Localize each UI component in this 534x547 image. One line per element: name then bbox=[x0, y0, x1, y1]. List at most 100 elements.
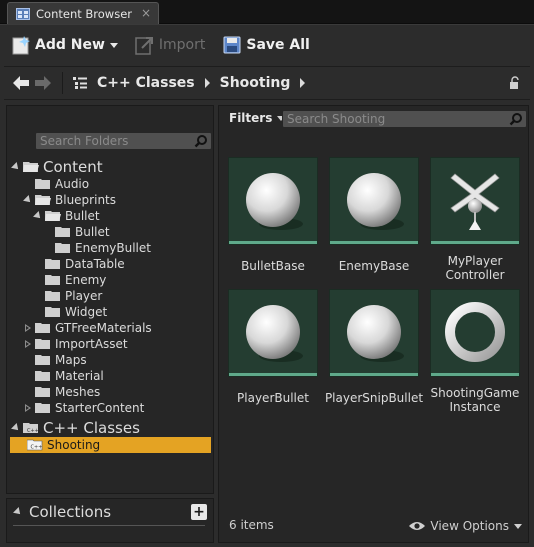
asset-tile-playerbullet[interactable]: PlayerBullet bbox=[228, 289, 318, 405]
folder-icon bbox=[35, 387, 50, 397]
tree-item-player[interactable]: Player bbox=[33, 288, 102, 304]
collections-header[interactable]: Collections bbox=[13, 503, 111, 521]
asset-label: BulletBase bbox=[241, 259, 305, 273]
tree-item-label: Player bbox=[65, 289, 103, 303]
forward-arrow-icon[interactable] bbox=[32, 72, 54, 94]
svg-text:C++: C++ bbox=[27, 428, 39, 434]
tree-item-label: Meshes bbox=[55, 385, 101, 399]
chevron-down-icon bbox=[514, 523, 522, 529]
asset-search-box[interactable] bbox=[282, 110, 527, 128]
asset-tile-shootinggameinstance[interactable]: ShootingGame Instance bbox=[430, 289, 520, 414]
breadcrumb-shooting[interactable]: Shooting bbox=[220, 75, 291, 91]
back-arrow-icon[interactable] bbox=[10, 72, 32, 94]
asset-tile-playersnipbullet[interactable]: PlayerSnipBullet bbox=[325, 289, 423, 405]
ring-thumbnail-icon bbox=[430, 289, 520, 377]
tree-item-label: StarterContent bbox=[55, 401, 145, 415]
tree-item-bullet-folder[interactable]: Bullet bbox=[33, 208, 100, 224]
add-new-button[interactable]: Add New bbox=[4, 30, 124, 60]
expanded-arrow-icon[interactable] bbox=[11, 162, 21, 172]
folder-icon bbox=[55, 243, 70, 253]
divider bbox=[62, 72, 63, 94]
tree-item-widget[interactable]: Widget bbox=[33, 304, 107, 320]
save-all-button[interactable]: Save All bbox=[215, 30, 315, 60]
tree-item-content[interactable]: Content bbox=[11, 157, 103, 177]
breadcrumb-cpp-classes[interactable]: C++ Classes bbox=[97, 75, 195, 91]
asset-tile-bulletbase[interactable]: BulletBase bbox=[228, 157, 318, 273]
tree-item-audio[interactable]: Audio bbox=[23, 176, 89, 192]
folder-icon bbox=[45, 259, 60, 269]
toolbar: Add New Import Save All bbox=[4, 28, 530, 62]
sphere-thumbnail-icon bbox=[228, 157, 318, 245]
expanded-arrow-icon[interactable] bbox=[33, 211, 43, 221]
close-icon[interactable]: × bbox=[141, 6, 151, 20]
tab-content-browser[interactable]: Content Browser × bbox=[7, 2, 159, 24]
lock-icon[interactable] bbox=[508, 76, 522, 90]
tree-item-label: Bullet bbox=[65, 209, 100, 223]
collapsed-arrow-icon[interactable] bbox=[23, 339, 33, 349]
tree-item-maps[interactable]: Maps bbox=[23, 352, 87, 368]
sphere-thumbnail-icon bbox=[329, 289, 419, 377]
tree-item-label: Bullet bbox=[75, 225, 110, 239]
sphere-thumbnail-icon bbox=[329, 157, 419, 245]
folder-icon bbox=[45, 275, 60, 285]
expanded-arrow-icon[interactable] bbox=[13, 507, 23, 517]
tree-item-label: Audio bbox=[55, 177, 90, 191]
import-button[interactable]: Import bbox=[128, 30, 211, 60]
cpp-folder-icon: C++ bbox=[23, 423, 39, 434]
tree-item-material[interactable]: Material bbox=[23, 368, 104, 384]
save-all-label: Save All bbox=[246, 37, 310, 53]
content-browser-icon bbox=[16, 7, 30, 20]
asset-label: MyPlayer Controller bbox=[445, 254, 505, 282]
collections-panel: Collections + bbox=[6, 498, 214, 543]
tree-toggle-icon[interactable] bbox=[69, 72, 91, 94]
filters-button[interactable]: Filters bbox=[229, 111, 286, 125]
collapsed-arrow-icon[interactable] bbox=[23, 323, 33, 333]
folder-search-input[interactable] bbox=[36, 134, 194, 148]
tree-item-shooting[interactable]: C++ Shooting bbox=[10, 437, 211, 453]
search-icon bbox=[194, 135, 207, 148]
folder-icon bbox=[35, 403, 50, 413]
breadcrumb-arrow-icon[interactable] bbox=[204, 78, 210, 88]
collapsed-arrow-icon[interactable] bbox=[23, 403, 33, 413]
folder-panel: Content Audio Blueprints Bullet Bullet bbox=[6, 105, 214, 494]
expanded-arrow-icon[interactable] bbox=[11, 423, 21, 433]
item-count: 6 items bbox=[229, 518, 274, 532]
tree-item-importasset[interactable]: ImportAsset bbox=[23, 336, 128, 352]
asset-tile-myplayercontroller[interactable]: MyPlayer Controller bbox=[430, 157, 520, 282]
collections-label: Collections bbox=[29, 503, 112, 521]
tree-item-label: C++ Classes bbox=[43, 419, 140, 437]
tree-item-label: GTFreeMaterials bbox=[55, 321, 152, 335]
save-icon bbox=[223, 36, 241, 54]
view-options-button[interactable]: View Options bbox=[408, 519, 522, 533]
tree-item-bullet[interactable]: Bullet bbox=[43, 224, 110, 240]
folder-icon bbox=[35, 355, 50, 365]
tree-item-enemy[interactable]: Enemy bbox=[33, 272, 106, 288]
folder-icon bbox=[45, 307, 60, 317]
tree-item-label: ImportAsset bbox=[55, 337, 128, 351]
filters-label: Filters bbox=[229, 111, 273, 125]
asset-tile-enemybase[interactable]: EnemyBase bbox=[329, 157, 419, 273]
tree-item-label: Shooting bbox=[47, 438, 101, 452]
tree-item-label: DataTable bbox=[65, 257, 125, 271]
divider bbox=[13, 525, 205, 526]
player-controller-thumbnail-icon bbox=[430, 157, 520, 245]
asset-label: EnemyBase bbox=[338, 259, 410, 273]
tree-item-label: Widget bbox=[65, 305, 108, 319]
asset-panel: Filters BulletBase bbox=[218, 105, 529, 543]
tree-item-gtfreematerials[interactable]: GTFreeMaterials bbox=[23, 320, 152, 336]
folder-search-box[interactable] bbox=[35, 132, 212, 150]
tree-item-label: Enemy bbox=[65, 273, 107, 287]
tree-item-enemybullet[interactable]: EnemyBullet bbox=[43, 240, 151, 256]
content-browser-window: Add New Import Save All C++ Classes Shoo… bbox=[0, 24, 534, 547]
tree-item-datatable[interactable]: DataTable bbox=[33, 256, 125, 272]
asset-search-input[interactable] bbox=[283, 112, 509, 126]
tree-item-blueprints[interactable]: Blueprints bbox=[23, 192, 116, 208]
tree-item-cpp-classes[interactable]: C++ C++ Classes bbox=[11, 418, 140, 438]
folder-icon bbox=[35, 323, 50, 333]
breadcrumb-arrow-icon[interactable] bbox=[300, 78, 306, 88]
tree-item-startercontent[interactable]: StarterContent bbox=[23, 400, 144, 416]
folder-icon bbox=[45, 291, 60, 301]
add-collection-button[interactable]: + bbox=[191, 504, 207, 520]
tree-item-meshes[interactable]: Meshes bbox=[23, 384, 100, 400]
expanded-arrow-icon[interactable] bbox=[23, 195, 33, 205]
